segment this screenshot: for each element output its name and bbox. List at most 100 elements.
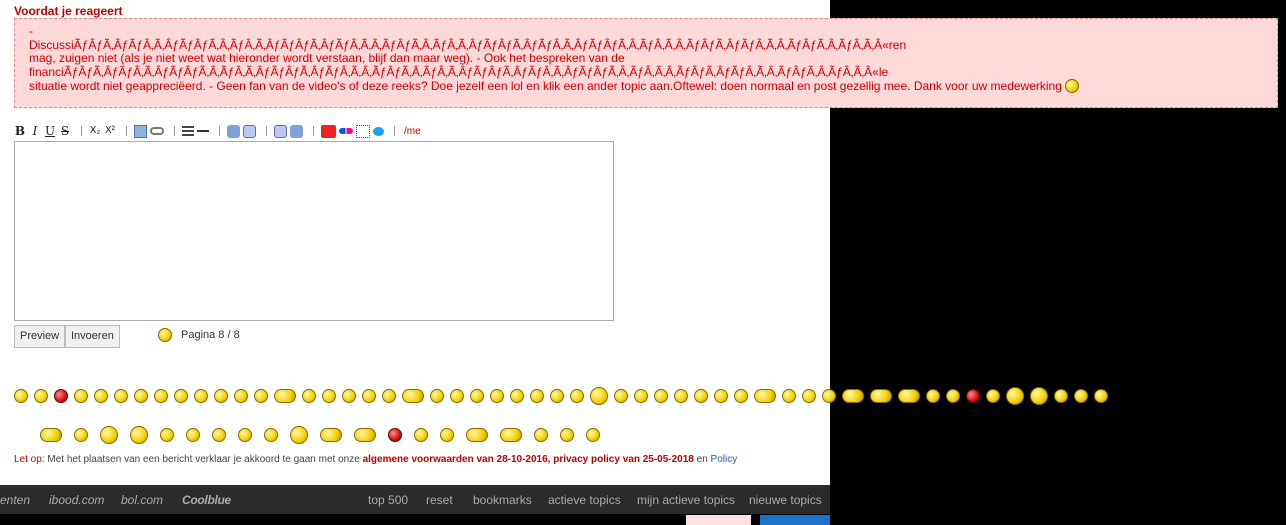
- smiley-icon[interactable]: [322, 389, 336, 403]
- reply-textarea[interactable]: [14, 141, 614, 321]
- smiley-icon[interactable]: [500, 428, 522, 442]
- smiley-icon[interactable]: [966, 389, 980, 403]
- privacy-link[interactable]: privacy policy van 25-05-2018: [553, 454, 694, 465]
- list-icon[interactable]: [182, 125, 194, 137]
- smiley-icon[interactable]: [320, 428, 342, 442]
- smiley-icon[interactable]: [100, 426, 118, 444]
- smiley-icon[interactable]: [926, 389, 940, 403]
- nested-quote-icon[interactable]: [243, 124, 256, 138]
- smiley-icon[interactable]: [802, 389, 816, 403]
- policy-link[interactable]: Policy: [711, 454, 738, 465]
- smiley-icon[interactable]: [510, 389, 524, 403]
- smiley-icon[interactable]: [14, 389, 28, 403]
- smiley-icon[interactable]: [654, 389, 668, 403]
- smiley-icon[interactable]: [1054, 389, 1068, 403]
- bottom-tab[interactable]: [760, 515, 830, 525]
- smiley-icon[interactable]: [560, 428, 574, 442]
- bottom-tab[interactable]: [686, 515, 751, 525]
- smiley-icon[interactable]: [362, 389, 376, 403]
- flickr-icon[interactable]: [339, 128, 353, 134]
- me-button[interactable]: /me: [404, 126, 421, 137]
- smiley-icon[interactable]: [530, 389, 544, 403]
- smiley-icon[interactable]: [842, 389, 864, 403]
- smiley-icon[interactable]: [74, 389, 88, 403]
- smiley-icon[interactable]: [946, 389, 960, 403]
- footer-link-ibood[interactable]: ibood.com: [49, 493, 104, 507]
- footer-link-bookmarks[interactable]: bookmarks: [473, 493, 532, 507]
- bold-button[interactable]: B: [14, 124, 26, 138]
- smiley-icon[interactable]: [74, 428, 88, 442]
- smiley-icon[interactable]: [40, 428, 62, 442]
- youtube-icon[interactable]: [321, 124, 336, 138]
- footer-link-coolblue[interactable]: Coolblue: [182, 493, 231, 507]
- superscript-button[interactable]: X²: [104, 124, 116, 138]
- smiley-icon[interactable]: [354, 428, 376, 442]
- smiley-icon[interactable]: [734, 389, 748, 403]
- footer-link-top500[interactable]: top 500: [368, 493, 408, 507]
- footer-link-active-topics[interactable]: actieve topics: [548, 493, 621, 507]
- smiley-icon[interactable]: [586, 428, 600, 442]
- smiley-icon[interactable]: [54, 389, 68, 403]
- footer-link-new-topics[interactable]: nieuwe topics: [749, 493, 822, 507]
- smiley-icon[interactable]: [214, 389, 228, 403]
- flickr-set-icon[interactable]: [356, 124, 370, 138]
- smiley-icon[interactable]: [154, 389, 168, 403]
- smiley-icon[interactable]: [342, 389, 356, 403]
- smiley-icon[interactable]: [534, 428, 548, 442]
- spoiler-icon[interactable]: [274, 124, 287, 138]
- footer-link-reset[interactable]: reset: [426, 493, 453, 507]
- smiley-icon[interactable]: [114, 389, 128, 403]
- smiley-icon[interactable]: [382, 389, 396, 403]
- smiley-icon[interactable]: [674, 389, 688, 403]
- smiley-icon[interactable]: [174, 389, 188, 403]
- smiley-icon[interactable]: [302, 389, 316, 403]
- smiley-icon[interactable]: [234, 389, 248, 403]
- smiley-icon[interactable]: [870, 389, 892, 403]
- smiley-icon[interactable]: [194, 389, 208, 403]
- smiley-icon[interactable]: [134, 389, 148, 403]
- smiley-icon[interactable]: [160, 428, 174, 442]
- smiley-icon[interactable]: [614, 389, 628, 403]
- smiley-icon[interactable]: [290, 426, 308, 444]
- smiley-icon[interactable]: [590, 387, 608, 405]
- footer-link-bol[interactable]: bol.com: [121, 493, 163, 507]
- quote-icon[interactable]: [227, 124, 240, 138]
- smiley-icon[interactable]: [822, 389, 836, 403]
- smiley-icon[interactable]: [274, 389, 296, 403]
- smiley-icon[interactable]: [440, 428, 454, 442]
- smiley-icon[interactable]: [212, 428, 226, 442]
- smiley-icon[interactable]: [450, 389, 464, 403]
- smiley-icon[interactable]: [1094, 389, 1108, 403]
- smiley-icon[interactable]: [634, 389, 648, 403]
- insert-image-icon[interactable]: [134, 124, 147, 138]
- smiley-icon[interactable]: [550, 389, 564, 403]
- smiley-icon[interactable]: [264, 428, 278, 442]
- twitter-icon[interactable]: [373, 126, 384, 136]
- smiley-icon[interactable]: [986, 389, 1000, 403]
- smiley-icon[interactable]: [94, 389, 108, 403]
- smiley-icon[interactable]: [238, 428, 252, 442]
- subscript-button[interactable]: X₂: [89, 124, 101, 138]
- footer-link-my-active-topics[interactable]: mijn actieve topics: [637, 493, 735, 507]
- smiley-icon[interactable]: [490, 389, 504, 403]
- smiley-icon[interactable]: [430, 389, 444, 403]
- smiley-icon[interactable]: [694, 389, 708, 403]
- smiley-icon[interactable]: [414, 428, 428, 442]
- strikethrough-button[interactable]: S: [59, 124, 71, 138]
- smiley-icon[interactable]: [388, 428, 402, 442]
- smiley-icon[interactable]: [402, 389, 424, 403]
- smiley-icon[interactable]: [1074, 389, 1088, 403]
- smiley-icon[interactable]: [782, 389, 796, 403]
- smiley-icon[interactable]: [186, 428, 200, 442]
- smiley-icon[interactable]: [714, 389, 728, 403]
- smiley-icon[interactable]: [470, 389, 484, 403]
- smiley-icon[interactable]: [34, 389, 48, 403]
- smiley-icon[interactable]: [1006, 387, 1024, 405]
- horizontal-rule-icon[interactable]: [197, 130, 209, 132]
- smiley-icon[interactable]: [570, 389, 584, 403]
- italic-button[interactable]: I: [29, 124, 41, 138]
- smiley-icon[interactable]: [1030, 387, 1048, 405]
- underline-button[interactable]: U: [44, 124, 56, 138]
- smiley-icon[interactable]: [466, 428, 488, 442]
- smiley-icon[interactable]: [254, 389, 268, 403]
